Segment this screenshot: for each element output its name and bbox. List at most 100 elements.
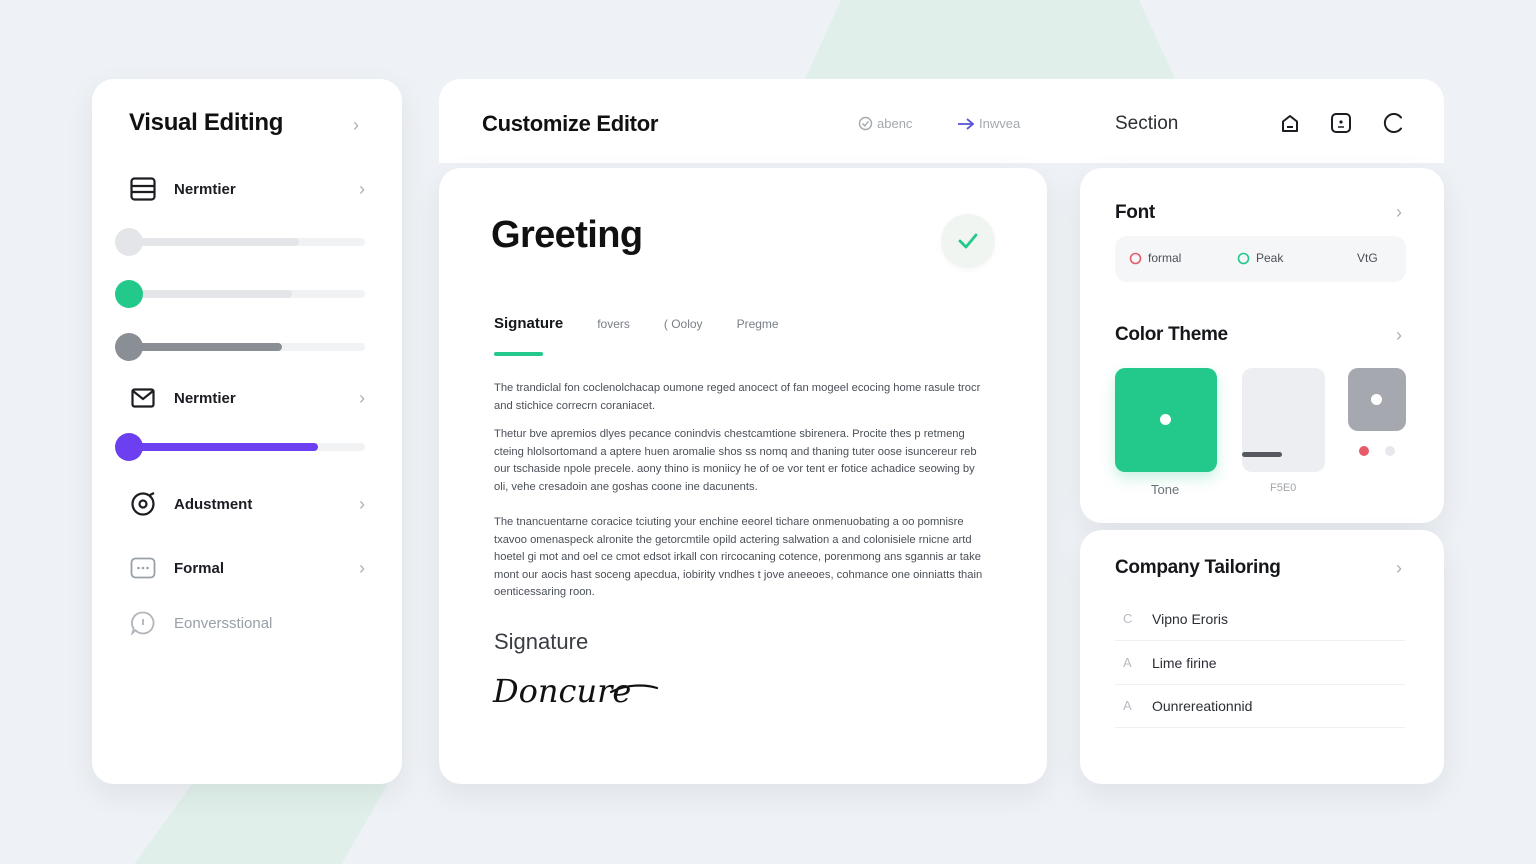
list-item-label: Lime firine [1152,654,1217,671]
color-dot-gray[interactable] [1385,446,1395,456]
slider-fill [129,238,299,246]
chevron-right-icon[interactable]: › [353,116,359,134]
menu-item-label: Nermtier [174,180,236,198]
list-item-icon: C [1123,611,1133,626]
frame-icon[interactable] [1330,112,1352,134]
swatch-bar [1242,452,1282,457]
swatch-gray[interactable] [1348,368,1406,431]
background-shape-bottom [130,780,390,864]
company-tailoring-card: Company Tailoring › C Vipno Eroris A Lim… [1080,530,1444,784]
mail-icon [129,384,157,412]
company-tailoring-title: Company Tailoring [1115,557,1281,578]
swatch-tone[interactable] [1115,368,1217,472]
slider-handle[interactable] [115,433,143,461]
chevron-right-icon[interactable]: › [1396,326,1402,344]
slider-1[interactable] [115,227,365,257]
menu-item-adustment[interactable]: Adustment › [129,488,365,520]
svg-text:Doncure: Doncure [492,672,631,710]
tab-signature[interactable]: Signature [494,315,563,332]
home-icon[interactable] [1279,112,1301,134]
body-paragraph: Thetur bve apremios dlyes pecance conind… [494,428,977,493]
target-icon [129,490,157,518]
checkmark-icon [958,233,978,249]
slider-3[interactable] [115,332,365,362]
font-title: Font [1115,202,1155,223]
body-paragraph: The tnancuentarne coracice tciuting your… [494,516,983,598]
section-label: Section [1115,113,1179,134]
slider-fill [129,290,292,298]
tab-color[interactable]: ( Ooloy [664,317,703,331]
panel-title: Visual Editing [129,109,284,136]
list-item-icon: A [1123,698,1132,713]
swatch-selected-dot [1160,414,1171,425]
font-option-label: VtG [1357,251,1378,265]
swatch-dot [1371,394,1382,405]
header-link-1[interactable]: abenc [858,116,912,131]
radio-icon [1237,252,1250,264]
active-tab-indicator [494,352,543,356]
tab-pregme[interactable]: Pregme [737,317,779,331]
font-option-label: Peak [1256,251,1284,265]
radio-icon [1129,252,1142,264]
font-selector: formal Peak VtG [1115,236,1406,282]
slider-2[interactable] [115,279,365,309]
header-link-2[interactable]: Inwvea [957,116,1020,131]
speech-bubble-icon [129,609,157,637]
chevron-right-icon: › [359,557,365,578]
swatch-label: Tone [1151,482,1180,497]
style-settings-card: Font › formal Peak VtG Color Theme › Ton… [1080,168,1444,523]
shield-check-icon [858,116,873,131]
refresh-icon[interactable] [1382,112,1404,134]
chevron-right-icon[interactable]: › [1396,559,1402,577]
slider-handle[interactable] [115,333,143,361]
slider-4[interactable] [115,432,365,462]
swatch-label: F5E0 [1270,482,1297,494]
list-item[interactable]: A Ounrereationnid [1115,684,1405,728]
font-option-formal[interactable]: formal [1129,251,1181,265]
menu-item-nermtier-2[interactable]: Nermtier › [129,382,365,414]
chevron-right-icon: › [359,178,365,199]
color-theme-title: Color Theme [1115,324,1228,345]
arrow-right-icon [958,117,975,130]
list-icon [129,175,157,203]
list-item-icon: A [1123,655,1132,670]
menu-item-label: Nermtier [174,389,236,407]
tab-fovers[interactable]: fovers [597,317,630,331]
font-option-peak[interactable]: Peak [1237,251,1283,265]
menu-item-nermtier-1[interactable]: Nermtier › [129,173,365,205]
header-link-label: Inwvea [979,116,1021,131]
handwritten-signature: Doncure [492,672,659,710]
greeting-heading: Greeting [491,214,643,256]
swatch-light[interactable] [1242,368,1325,472]
chevron-right-icon: › [359,493,365,514]
visual-editing-panel: Visual Editing › Nermtier › Nermtier › A… [92,79,402,784]
slider-fill [129,343,283,351]
chevron-right-icon[interactable]: › [1396,203,1402,221]
slider-fill [129,443,318,451]
editor-card: Greeting Signature fovers ( Ooloy Pregme… [439,168,1047,784]
body-paragraph: The trandiclal fon coclenolchacap oumone… [494,382,981,412]
menu-item-conversational[interactable]: Eonversstional [129,607,365,639]
slider-handle[interactable] [115,228,143,256]
header-link-label: abenc [877,116,913,131]
editor-tabs: Signature fovers ( Ooloy Pregme [494,315,813,332]
list-item[interactable]: C Vipno Eroris [1115,597,1405,641]
font-option-vtg[interactable]: VtG [1357,251,1378,265]
menu-item-label: Eonversstional [174,614,273,632]
chevron-right-icon: › [359,387,365,408]
menu-item-formal[interactable]: Formal › [129,552,365,584]
list-item-label: Vipno Eroris [1152,610,1229,627]
font-option-label: formal [1148,251,1182,265]
page-title: Customize Editor [482,111,659,136]
signature-heading: Signature [494,629,589,654]
confirm-button[interactable] [941,214,995,268]
slider-handle[interactable] [115,280,143,308]
editor-header: Customize Editor abenc Inwvea Section [439,79,1444,163]
menu-item-label: Formal [174,559,225,577]
list-item-label: Ounrereationnid [1152,697,1253,714]
chat-dots-icon [129,554,157,582]
list-item[interactable]: A Lime firine [1115,641,1405,685]
menu-item-label: Adustment [174,495,253,513]
background-shape-top [800,0,1180,90]
color-dot-red[interactable] [1359,446,1369,456]
